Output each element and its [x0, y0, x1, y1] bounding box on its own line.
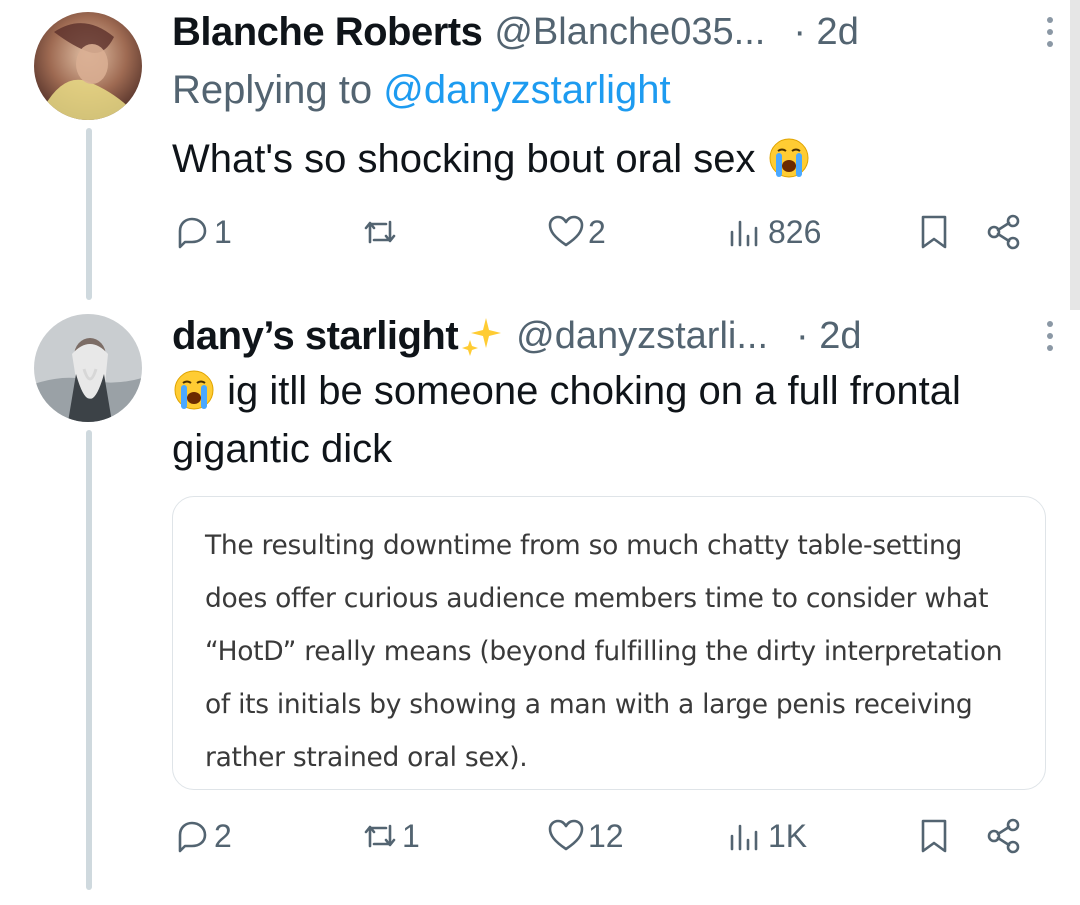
tweet-header: Blanche Roberts @Blanche035... · 2d	[172, 6, 1056, 58]
more-options-icon[interactable]	[1016, 14, 1056, 50]
tweet-text: What's so shocking bout oral sex	[172, 130, 1022, 188]
retweet-button[interactable]: 1	[360, 816, 420, 856]
bookmark-icon	[921, 215, 947, 249]
reply-count: 2	[214, 817, 232, 854]
views-button[interactable]: 826	[726, 212, 821, 252]
tweet-header: dany’s starlight @danyzstarli... · 2d	[172, 310, 1056, 362]
like-button[interactable]: 2	[546, 212, 606, 252]
views-button[interactable]: 1K	[726, 816, 807, 856]
timestamp[interactable]: · 2d	[793, 11, 858, 54]
loudly-crying-face-icon	[174, 370, 214, 410]
bookmark-button[interactable]	[914, 212, 954, 252]
reply-icon	[178, 217, 207, 249]
display-name[interactable]: dany’s starlight	[172, 314, 459, 359]
sparkles-icon	[462, 318, 502, 356]
display-name[interactable]: Blanche Roberts	[172, 10, 483, 55]
heart-icon	[548, 215, 584, 247]
tweet-text: ig itll be someone choking on a full fro…	[172, 362, 1022, 478]
reply-button[interactable]: 2	[172, 816, 232, 856]
scrollbar[interactable]	[1070, 0, 1080, 310]
like-button[interactable]: 12	[546, 816, 624, 856]
reply-icon	[178, 821, 207, 853]
quoted-text: The resulting downtime from so much chat…	[205, 530, 1003, 773]
views-count: 1K	[768, 817, 808, 854]
avatar[interactable]	[34, 12, 142, 120]
tweet-actions: 1 2 826	[172, 212, 1056, 262]
quoted-text-image[interactable]: The resulting downtime from so much chat…	[172, 496, 1046, 790]
reply-count: 1	[214, 213, 232, 250]
tweet-body: What's so shocking bout oral sex	[172, 137, 756, 181]
thread-line	[86, 430, 92, 890]
bookmark-button[interactable]	[914, 816, 954, 856]
loudly-crying-face-icon	[769, 138, 809, 178]
heart-icon	[548, 819, 584, 851]
share-icon	[987, 214, 1020, 250]
more-options-icon[interactable]	[1016, 318, 1056, 354]
mention-link[interactable]: @danyzstarlight	[383, 68, 670, 112]
share-icon	[987, 818, 1020, 854]
tweet-actions: 2 1 12 1K	[172, 816, 1056, 866]
timestamp[interactable]: · 2d	[796, 315, 861, 358]
like-count: 12	[588, 817, 624, 854]
views-icon	[730, 220, 758, 247]
avatar[interactable]	[34, 314, 142, 422]
tweet-body: ig itll be someone choking on a full fro…	[172, 369, 961, 471]
share-button[interactable]	[984, 212, 1024, 252]
reply-button[interactable]: 1	[172, 212, 232, 252]
thread-line	[86, 128, 92, 300]
views-icon	[730, 824, 758, 851]
views-count: 826	[768, 213, 822, 250]
retweet-count: 1	[402, 817, 420, 854]
user-handle[interactable]: @danyzstarli...	[516, 315, 768, 358]
like-count: 2	[588, 213, 606, 250]
bookmark-icon	[921, 819, 947, 853]
replying-to: Replying to @danyzstarlight	[172, 68, 671, 113]
retweet-icon	[364, 824, 396, 848]
share-button[interactable]	[984, 816, 1024, 856]
user-handle[interactable]: @Blanche035...	[494, 11, 765, 54]
replying-label: Replying to	[172, 68, 384, 112]
retweet-button[interactable]	[360, 212, 402, 252]
retweet-icon	[364, 220, 396, 244]
